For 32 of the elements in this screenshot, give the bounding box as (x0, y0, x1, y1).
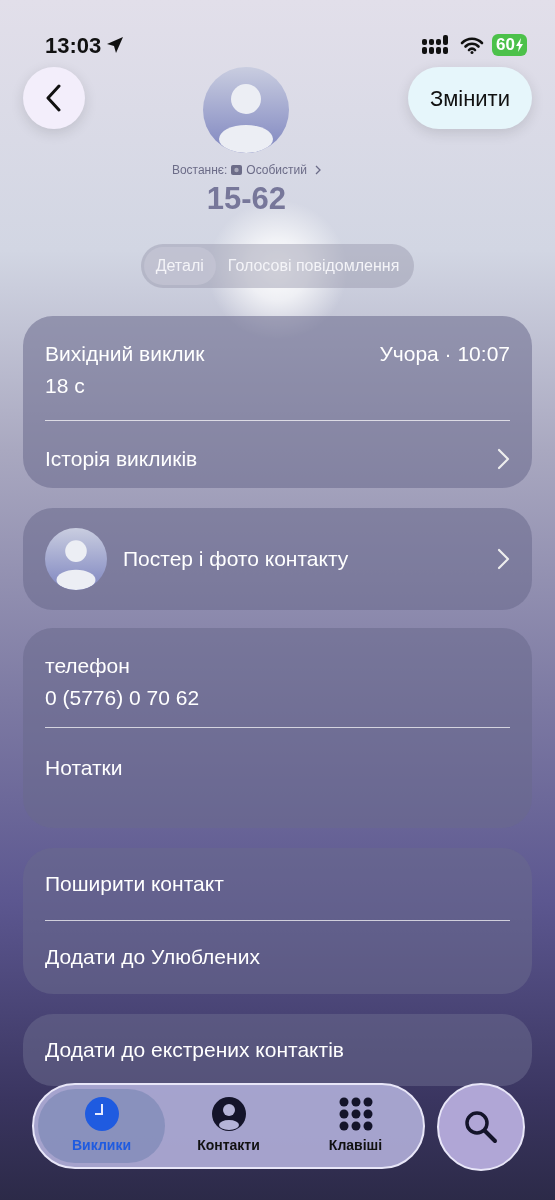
location-arrow-icon (105, 35, 126, 55)
last-used-link[interactable]: Востаннє: Особистий (171, 161, 321, 179)
tab-item[interactable]: Контакти (165, 1089, 292, 1163)
action-link[interactable]: Додати до Улюблених (45, 941, 260, 973)
back-button[interactable] (23, 67, 85, 129)
battery-icon: 60 (492, 34, 527, 56)
chevron-icon (314, 165, 321, 175)
emergency-row[interactable]: Додати до екстрених контактів (23, 1014, 532, 1086)
contact-title: 15-62 (206, 183, 287, 214)
search-icon (463, 1109, 499, 1145)
person-icon (211, 1096, 246, 1131)
clock-icon (84, 1096, 119, 1131)
call-history-link[interactable]: Історія викликів (23, 420, 532, 497)
phone-label: телефон (45, 653, 131, 679)
call-duration: 18 с (45, 373, 85, 397)
avatar-icon (45, 528, 107, 590)
avatar-icon (203, 67, 290, 153)
keypad-icon (337, 1096, 374, 1131)
phone-number[interactable]: 0 (5776) 0 70 62 (45, 681, 510, 713)
call-type: Вихідний виклик (45, 341, 205, 367)
notes-field[interactable]: Нотатки (45, 756, 123, 779)
edit-button[interactable]: Змінити (407, 67, 532, 129)
camera-icon (231, 165, 243, 175)
status-time: 13:03 (45, 31, 102, 60)
call-time: Учора · 10:07 (379, 341, 510, 367)
wifi-icon (460, 36, 485, 54)
chevron-icon (497, 447, 510, 470)
tab-item[interactable]: Клавіші (292, 1089, 419, 1163)
poster-row[interactable]: Постер і фото контакту (23, 508, 532, 610)
chevron-icon (497, 548, 510, 570)
back-icon (46, 84, 62, 112)
action-link[interactable]: Поширити контакт (45, 868, 224, 900)
